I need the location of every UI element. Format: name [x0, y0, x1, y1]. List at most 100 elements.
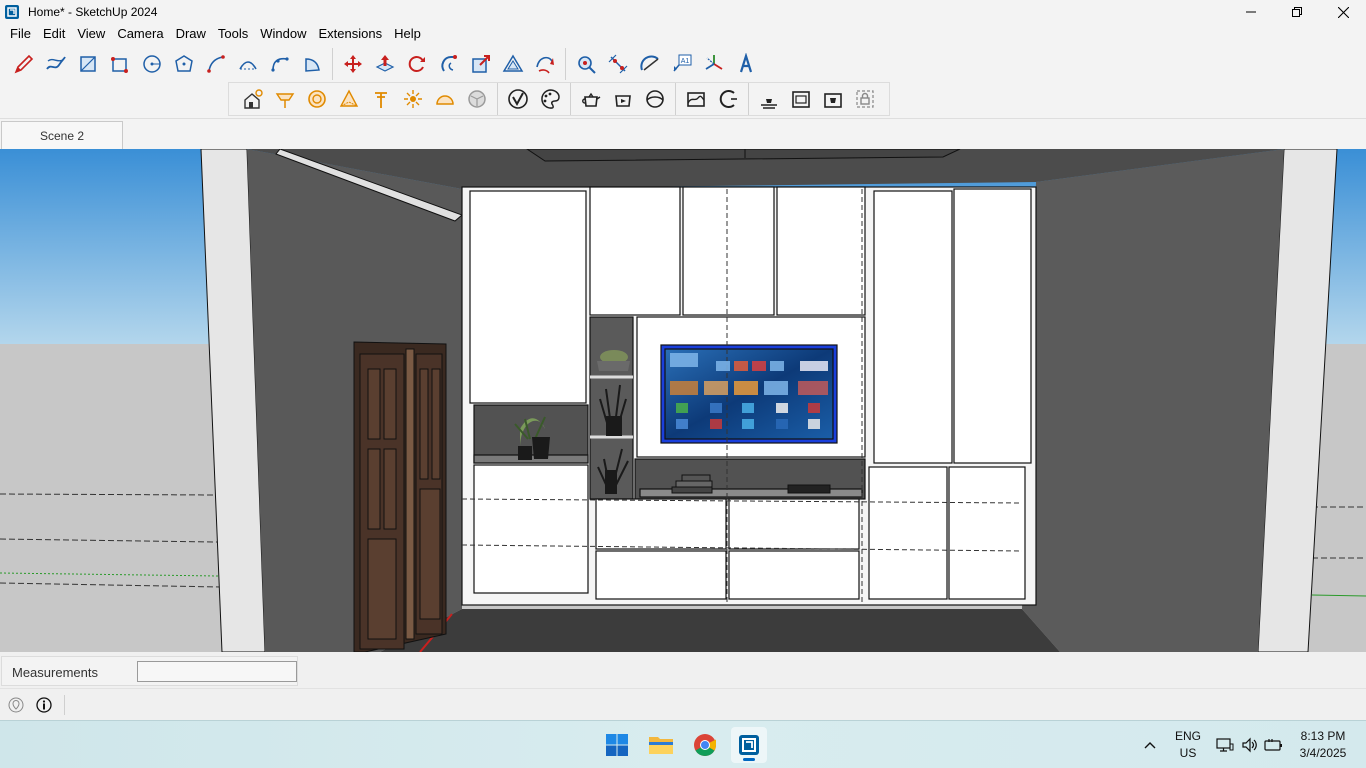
window-controls: [1228, 0, 1366, 24]
model-scene[interactable]: [0, 149, 1366, 652]
rotated-rectangle-icon: [111, 57, 128, 73]
three-point-arc-tool[interactable]: [264, 48, 296, 80]
right-lower-door-1: [868, 466, 948, 600]
rectangle-tool[interactable]: [72, 48, 104, 80]
left-upper-door: [469, 190, 587, 404]
solid-tools-button[interactable]: [502, 83, 534, 115]
file-explorer-button[interactable]: [643, 727, 679, 763]
push-pull-tool[interactable]: [369, 48, 401, 80]
freehand-tool[interactable]: [40, 48, 72, 80]
menu-edit[interactable]: Edit: [37, 24, 71, 44]
menu-file[interactable]: File: [4, 24, 37, 44]
menu-window[interactable]: Window: [254, 24, 312, 44]
protractor-icon: [640, 55, 659, 71]
center-top-door-1: [589, 186, 681, 316]
move-tool[interactable]: [337, 48, 369, 80]
dimension-tool[interactable]: [602, 48, 634, 80]
chrome-button[interactable]: [687, 727, 723, 763]
share-model-icon: [615, 95, 631, 107]
menu-draw[interactable]: Draw: [170, 24, 212, 44]
sandbox-button[interactable]: [680, 83, 712, 115]
hidden-line-button[interactable]: [397, 83, 429, 115]
right-tall-door-2: [953, 188, 1032, 464]
scene-tab[interactable]: Scene 2: [1, 121, 123, 150]
shaded-textures-button[interactable]: [461, 83, 493, 115]
rotate-tool[interactable]: [401, 48, 433, 80]
edit-tool-group: [332, 48, 565, 80]
menu-view[interactable]: View: [71, 24, 111, 44]
3d-text-tool[interactable]: [730, 48, 762, 80]
clock-time: 8:13 PM: [1300, 729, 1346, 743]
menu-tools[interactable]: Tools: [212, 24, 254, 44]
model-viewport[interactable]: [0, 149, 1366, 652]
chrome-icon: [694, 734, 716, 756]
svg-text:A1: A1: [681, 58, 690, 65]
menu-extensions[interactable]: Extensions: [313, 24, 389, 44]
styles-button[interactable]: [237, 83, 269, 115]
components-button[interactable]: [785, 83, 817, 115]
measurements-input[interactable]: [137, 661, 297, 682]
flip-tool[interactable]: [529, 48, 561, 80]
network-button[interactable]: [1213, 727, 1237, 763]
measurements-box: Measurements: [1, 656, 298, 686]
restore-button[interactable]: [1274, 0, 1320, 24]
line-tool[interactable]: [8, 48, 40, 80]
battery-button[interactable]: [1262, 727, 1286, 763]
axes-icon: [705, 55, 723, 70]
components-icon: [792, 91, 810, 108]
outliner-button[interactable]: [817, 83, 849, 115]
circle-tool[interactable]: [136, 48, 168, 80]
geo-location-button[interactable]: [7, 696, 25, 714]
minimize-button[interactable]: [1228, 0, 1274, 24]
credits-button[interactable]: [35, 696, 53, 714]
section-plane-icon: [275, 93, 295, 108]
share-model-button[interactable]: [607, 83, 639, 115]
rotated-rectangle-tool[interactable]: [104, 48, 136, 80]
arc-tool[interactable]: [200, 48, 232, 80]
show-hidden-icons-button[interactable]: [1139, 727, 1161, 763]
scale-tool[interactable]: [465, 48, 497, 80]
text-tool[interactable]: A1: [666, 48, 698, 80]
follow-me-tool[interactable]: [433, 48, 465, 80]
lock-button[interactable]: [849, 83, 881, 115]
start-button[interactable]: [599, 727, 635, 763]
menu-camera[interactable]: Camera: [111, 24, 169, 44]
two-point-arc-tool[interactable]: [232, 48, 264, 80]
sketchup-logo-icon: [5, 5, 19, 19]
xray-button[interactable]: [301, 83, 333, 115]
offset-icon: [502, 54, 524, 72]
polygon-tool[interactable]: [168, 48, 200, 80]
drawing-toolbar: A1: [0, 47, 766, 81]
set-top-box: [787, 484, 831, 494]
section-plane-button[interactable]: [269, 83, 301, 115]
ext-warehouse-button[interactable]: [639, 83, 671, 115]
shaded-button[interactable]: [429, 83, 461, 115]
color-by-layer-button[interactable]: [534, 83, 566, 115]
wireframe-icon: [375, 92, 387, 108]
pie-tool[interactable]: [296, 48, 328, 80]
dimension-icon: [608, 54, 628, 74]
back-edges-button[interactable]: [333, 83, 365, 115]
hidden-line-icon: [404, 90, 422, 108]
axes-tool[interactable]: [698, 48, 730, 80]
sketchup-taskbar-button[interactable]: [731, 727, 767, 763]
xray-icon: [308, 90, 326, 108]
menu-bar: File Edit View Camera Draw Tools Window …: [0, 24, 1366, 44]
polygon-icon: [175, 55, 193, 72]
follow-me-icon: [441, 55, 457, 72]
model-info-button[interactable]: [753, 83, 785, 115]
volume-button[interactable]: [1238, 727, 1262, 763]
close-button[interactable]: [1320, 0, 1366, 24]
sandbox-contours-button[interactable]: [712, 83, 744, 115]
warehouse-button[interactable]: [575, 83, 607, 115]
wireframe-button[interactable]: [365, 83, 397, 115]
menu-help[interactable]: Help: [388, 24, 427, 44]
clock[interactable]: 8:13 PM 3/4/2025: [1290, 728, 1356, 762]
tape-measure-tool[interactable]: [570, 48, 602, 80]
keyboard-layout: US: [1179, 746, 1197, 760]
clock-date: 3/4/2025: [1299, 746, 1347, 760]
language-indicator[interactable]: ENG US: [1170, 728, 1206, 762]
protractor-tool[interactable]: [634, 48, 666, 80]
pencil-icon: [14, 54, 34, 74]
offset-tool[interactable]: [497, 48, 529, 80]
